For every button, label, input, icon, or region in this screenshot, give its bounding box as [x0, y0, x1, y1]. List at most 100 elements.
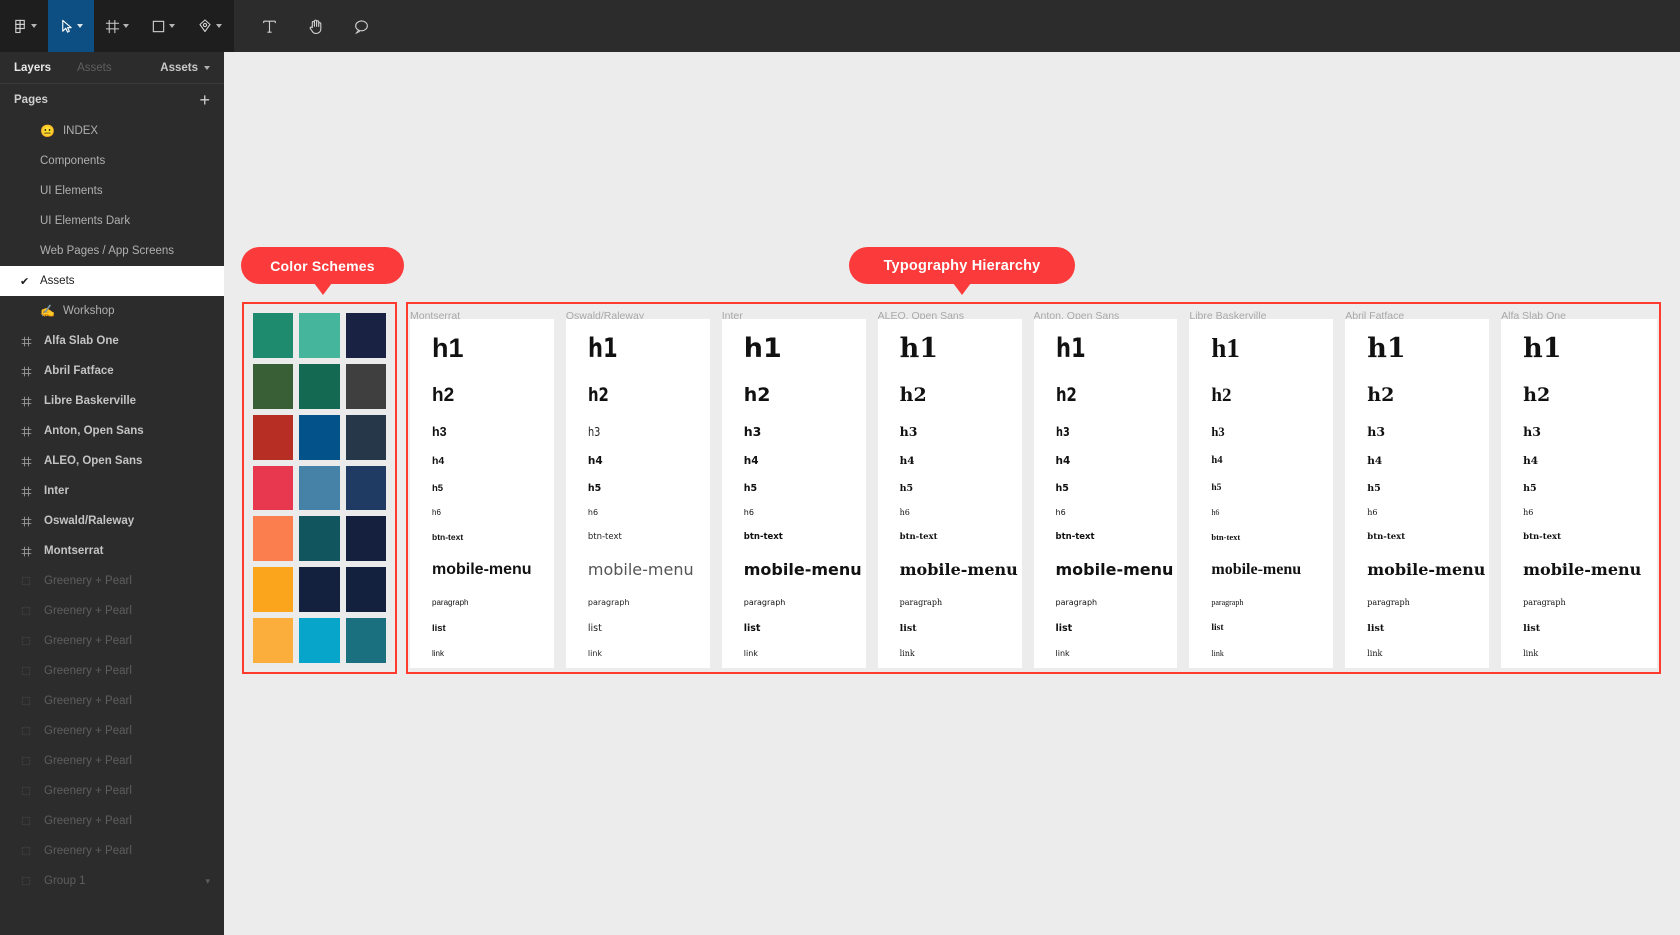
layer-item[interactable]: Greenery + Pearl	[0, 746, 224, 776]
color-scheme-grid[interactable]	[247, 307, 392, 669]
layer-item[interactable]: Greenery + Pearl	[0, 566, 224, 596]
figma-menu-button[interactable]	[2, 0, 48, 52]
typography-column: Alfa Slab One h1 h2 h3 h4 h5 h6 btn-text mobile-…	[1501, 308, 1657, 668]
type-sample-btn-text: btn-text	[1523, 532, 1562, 542]
chevron-down-icon	[169, 24, 175, 28]
color-swatch-r5-c1[interactable]	[253, 516, 294, 562]
color-swatch-r1-c1[interactable]	[253, 313, 294, 358]
layer-item-label: ALEO, Open Sans	[44, 455, 143, 467]
typography-column: Inter h1 h2 h3 h4 h5 h6 btn-text mobile-menu para…	[721, 308, 878, 668]
move-tool-button[interactable]	[48, 0, 94, 52]
page-item-index[interactable]: 😐 INDEX	[0, 116, 224, 146]
layer-item[interactable]: Greenery + Pearl	[0, 656, 224, 686]
typography-card[interactable]: h1 h2 h3 h4 h5 h6 btn-text mobile-menu paragraph…	[1345, 318, 1490, 668]
typography-card[interactable]: h1 h2 h3 h4 h5 h6 btn-text mobile-menu paragraph…	[1033, 318, 1178, 668]
typography-card[interactable]: h1 h2 h3 h4 h5 h6 btn-text mobile-menu paragraph…	[565, 318, 710, 668]
layer-item[interactable]: Greenery + Pearl	[0, 776, 224, 806]
layer-item[interactable]: Greenery + Pearl	[0, 686, 224, 716]
page-item-components[interactable]: Components	[0, 146, 224, 176]
color-swatch-r7-c2[interactable]	[299, 618, 340, 663]
color-swatch-r5-c2[interactable]	[299, 516, 340, 562]
frame-tool-button[interactable]	[94, 0, 140, 52]
typography-card[interactable]: h1 h2 h3 h4 h5 h6 btn-text mobile-menu paragraph…	[410, 318, 554, 668]
layer-item[interactable]: Alfa Slab One	[0, 326, 224, 356]
page-item-label: Workshop	[62, 305, 115, 317]
page-item-assets[interactable]: ✔ Assets	[0, 266, 224, 296]
layer-item[interactable]: Libre Baskerville	[0, 386, 224, 416]
add-page-button[interactable]: +	[199, 91, 210, 109]
color-swatch-r3-c3[interactable]	[345, 414, 386, 460]
layer-item[interactable]: ALEO, Open Sans	[0, 446, 224, 476]
type-sample-h1: h1	[743, 332, 782, 364]
color-swatch-r7-c3[interactable]	[345, 618, 386, 663]
chevron-down-icon[interactable]: ▾	[205, 876, 210, 887]
layer-item[interactable]: Oswald/Raleway	[0, 506, 224, 536]
color-swatch-r6-c1[interactable]	[253, 567, 294, 613]
layer-item[interactable]: Group 1 ▾	[0, 866, 224, 896]
type-sample-paragraph: paragraph	[1055, 597, 1098, 607]
layer-item-label: Oswald/Raleway	[44, 515, 135, 527]
typography-card[interactable]: h1 h2 h3 h4 h5 h6 btn-text mobile-menu paragraph…	[721, 318, 866, 668]
color-swatch-r6-c3[interactable]	[345, 567, 386, 613]
layer-item[interactable]: Greenery + Pearl	[0, 596, 224, 626]
layer-item[interactable]: Greenery + Pearl	[0, 836, 224, 866]
color-swatch-r4-c2[interactable]	[299, 465, 340, 511]
type-sample-h6: h6	[743, 508, 754, 517]
type-sample-paragraph: paragraph	[1523, 597, 1566, 607]
layer-item[interactable]: Inter	[0, 476, 224, 506]
layer-item-label: Anton, Open Sans	[44, 425, 144, 437]
page-item-workshop[interactable]: ✍ Workshop	[0, 296, 224, 326]
tab-layers[interactable]: Layers	[14, 62, 51, 74]
color-swatch-r5-c3[interactable]	[345, 516, 386, 562]
comment-tool-button[interactable]	[346, 0, 376, 52]
layer-item[interactable]: Montserrat	[0, 536, 224, 566]
layer-item[interactable]: Greenery + Pearl	[0, 806, 224, 836]
color-swatch-r4-c3[interactable]	[345, 465, 386, 511]
type-sample-h1: h1	[1055, 332, 1086, 364]
type-sample-h5: h5	[432, 482, 444, 494]
text-tool-button[interactable]	[254, 0, 284, 52]
color-swatch-r2-c1[interactable]	[253, 363, 294, 409]
layer-item-label: Greenery + Pearl	[44, 755, 132, 767]
pill-tail	[953, 283, 971, 295]
color-swatch-r1-c3[interactable]	[345, 313, 386, 358]
design-canvas[interactable]: Color Schemes Typography Hierarchy Monts…	[224, 52, 1680, 935]
group-icon	[20, 696, 32, 706]
page-item-label: INDEX	[62, 125, 99, 137]
typography-column: Libre Baskerville h1 h2 h3 h4 h5 h6 btn-text mob…	[1189, 308, 1345, 668]
color-swatch-r2-c3[interactable]	[345, 363, 386, 409]
typography-card[interactable]: h1 h2 h3 h4 h5 h6 btn-text mobile-menu paragraph…	[1189, 318, 1334, 668]
color-swatch-r6-c2[interactable]	[299, 567, 340, 613]
color-swatch-r3-c2[interactable]	[299, 414, 340, 460]
frame-icon	[20, 546, 32, 557]
group-icon	[20, 756, 32, 766]
type-sample-btn-text: btn-text	[1367, 532, 1406, 542]
layer-item-label: Inter	[44, 485, 69, 497]
type-sample-paragraph: paragraph	[1211, 597, 1244, 607]
page-item-ui-elements[interactable]: UI Elements	[0, 176, 224, 206]
typography-card[interactable]: h1 h2 h3 h4 h5 h6 btn-text mobile-menu paragraph…	[877, 318, 1022, 668]
type-sample-h4: h4	[432, 455, 445, 467]
page-item-ui-elements-dark[interactable]: UI Elements Dark	[0, 206, 224, 236]
group-icon	[20, 786, 32, 796]
shape-tool-button[interactable]	[140, 0, 186, 52]
type-sample-mobile-menu: mobile-menu	[1211, 560, 1302, 578]
page-item-web-pages-app-screens[interactable]: Web Pages / App Screens	[0, 236, 224, 266]
color-swatch-r3-c1[interactable]	[253, 414, 294, 460]
assets-dropdown[interactable]: Assets	[160, 52, 210, 84]
group-icon	[20, 816, 32, 826]
type-sample-h5: h5	[1211, 482, 1222, 493]
tab-assets[interactable]: Assets	[77, 62, 112, 74]
color-swatch-r7-c1[interactable]	[253, 618, 294, 663]
color-swatch-r1-c2[interactable]	[299, 313, 340, 358]
pen-tool-button[interactable]	[186, 0, 232, 52]
pill-tail	[313, 283, 332, 295]
color-swatch-r4-c1[interactable]	[253, 465, 294, 511]
typography-card[interactable]: h1 h2 h3 h4 h5 h6 btn-text mobile-menu paragraph…	[1501, 318, 1657, 668]
layer-item[interactable]: Greenery + Pearl	[0, 716, 224, 746]
color-swatch-r2-c2[interactable]	[299, 363, 340, 409]
layer-item[interactable]: Anton, Open Sans	[0, 416, 224, 446]
layer-item[interactable]: Abril Fatface	[0, 356, 224, 386]
hand-tool-button[interactable]	[300, 0, 330, 52]
layer-item[interactable]: Greenery + Pearl	[0, 626, 224, 656]
